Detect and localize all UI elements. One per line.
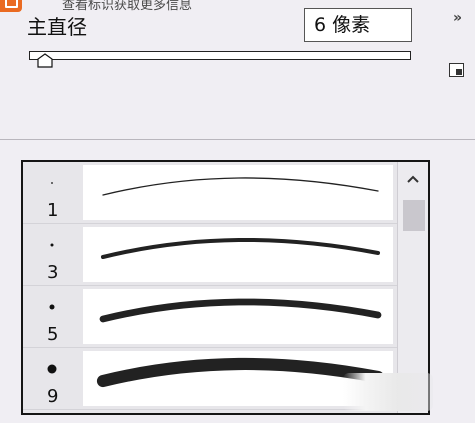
section-divider xyxy=(0,139,475,140)
scroll-up-arrow-icon[interactable] xyxy=(398,162,428,196)
slider-thumb[interactable] xyxy=(37,53,53,68)
info-badge-icon[interactable] xyxy=(0,0,22,12)
preset-size-label: 3 xyxy=(47,262,59,283)
stroke-preview xyxy=(83,227,393,282)
new-preset-icon[interactable] xyxy=(449,63,464,77)
preset-rows: 1 3 5 9 xyxy=(23,162,397,410)
preset-row[interactable]: 5 xyxy=(23,286,397,348)
preset-row[interactable]: 9 xyxy=(23,348,397,410)
diameter-slider[interactable] xyxy=(29,51,411,60)
preset-size-label: 9 xyxy=(47,386,59,407)
preset-row[interactable]: 3 xyxy=(23,224,397,286)
stroke-preview xyxy=(83,165,393,220)
blurred-overlay xyxy=(343,373,433,411)
stroke-preview xyxy=(83,289,393,344)
scrollbar-thumb[interactable] xyxy=(403,200,425,231)
master-diameter-label: 主直径 xyxy=(27,15,87,39)
preset-size-label: 1 xyxy=(47,200,59,221)
preset-size-label: 5 xyxy=(47,324,59,345)
brush-panel: 查看标识获取更多信息 主直径 6 像素 » 1 3 5 9 xyxy=(0,0,475,423)
preset-row[interactable]: 1 xyxy=(23,162,397,224)
brush-size-input[interactable]: 6 像素 xyxy=(304,8,412,42)
panel-menu-button[interactable]: » xyxy=(453,10,462,26)
